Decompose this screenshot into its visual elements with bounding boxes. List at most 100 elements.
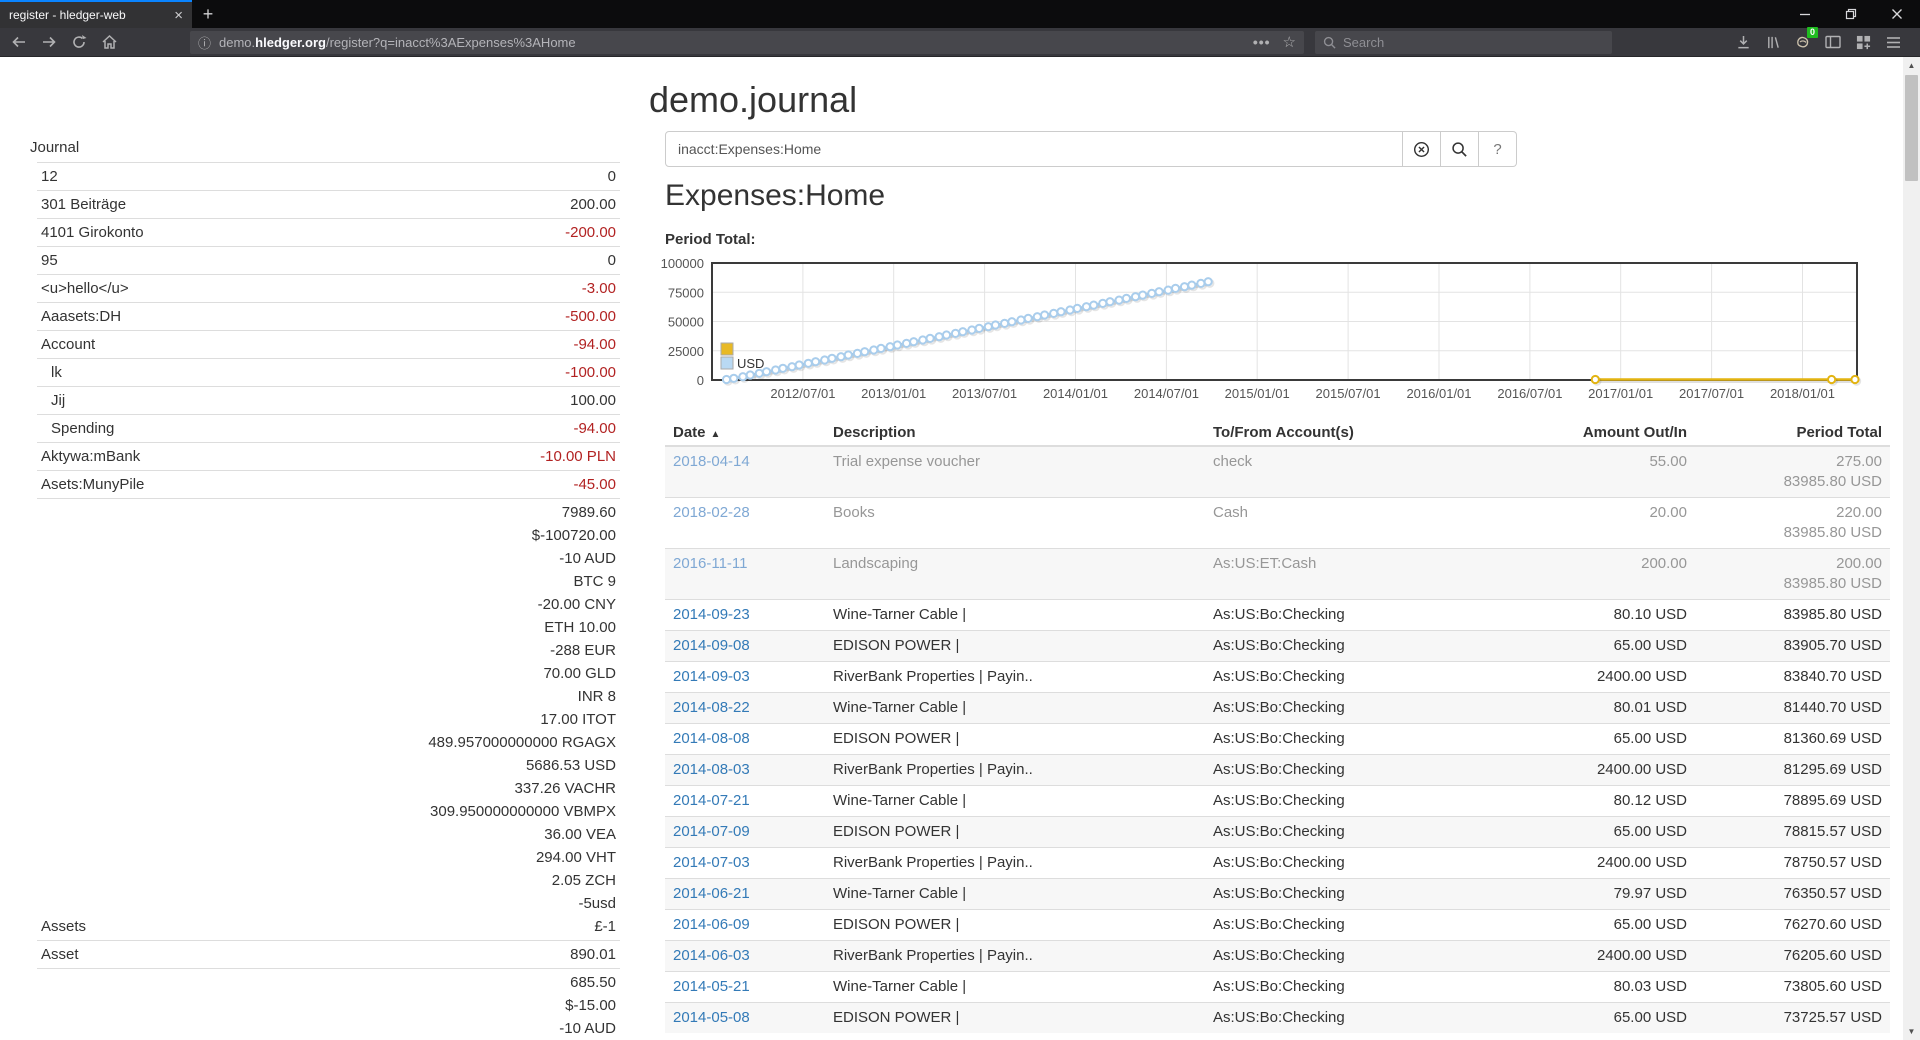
svg-text:2012/07/01: 2012/07/01 xyxy=(770,386,835,401)
date-link[interactable]: 2014-07-21 xyxy=(673,792,750,809)
date-link[interactable]: 2014-08-03 xyxy=(673,761,750,778)
date-link[interactable]: 2014-05-21 xyxy=(673,978,750,995)
cell-period-total: 81360.69 USD xyxy=(1695,724,1890,755)
account-link[interactable]: Asset xyxy=(37,943,79,966)
url-bar[interactable]: ⓘ demo.hledger.org/register?q=inacct%3AE… xyxy=(190,31,1304,54)
date-link[interactable]: 2018-04-14 xyxy=(673,453,750,470)
balance-amount: 685.50 xyxy=(76,971,616,994)
svg-text:2017/01/01: 2017/01/01 xyxy=(1588,386,1653,401)
sidebar-account-row: 301 Beiträge 200.00 xyxy=(37,190,620,218)
date-link[interactable]: 2014-06-09 xyxy=(673,916,750,933)
browser-toolbar: ⓘ demo.hledger.org/register?q=inacct%3AE… xyxy=(0,28,1920,57)
account-link[interactable]: Jij xyxy=(37,389,65,412)
account-link[interactable]: Aktywa:mBank xyxy=(37,445,140,468)
sidebar-toggle-icon[interactable] xyxy=(1818,29,1848,55)
sidebar-account-row: Asset 890.01 xyxy=(37,940,620,968)
cell-accounts: As:US:Bo:Checking xyxy=(1205,1003,1490,1034)
balance-amount: 0 xyxy=(58,165,616,188)
extension-icon[interactable]: 0 xyxy=(1788,29,1818,55)
restore-button[interactable] xyxy=(1828,0,1874,28)
downloads-icon[interactable] xyxy=(1728,29,1758,55)
window-controls xyxy=(1782,0,1920,28)
account-link[interactable]: Assets xyxy=(37,915,86,938)
balance-amount: -500.00 xyxy=(121,305,616,328)
column-header-total[interactable]: Period Total xyxy=(1695,420,1890,446)
table-row: 2014-08-22 Wine-Tarner Cable | As:US:Bo:… xyxy=(665,693,1890,724)
date-link[interactable]: 2014-05-08 xyxy=(673,1009,750,1026)
balance-amount: -3.00 xyxy=(129,277,616,300)
svg-text:2013/07/01: 2013/07/01 xyxy=(952,386,1017,401)
account-link[interactable]: Spending xyxy=(37,417,114,440)
date-link[interactable]: 2014-08-22 xyxy=(673,699,750,716)
column-header-accounts[interactable]: To/From Account(s) xyxy=(1205,420,1490,446)
sidebar-account-row: Assets 7989.60$-100720.00-10 AUDBTC 9-20… xyxy=(37,498,620,940)
close-button[interactable] xyxy=(1874,0,1920,28)
scroll-up-icon[interactable]: ▲ xyxy=(1903,57,1920,74)
library-icon[interactable] xyxy=(1758,29,1788,55)
search-input[interactable] xyxy=(665,131,1403,167)
back-icon[interactable] xyxy=(4,29,34,55)
account-link[interactable]: 4101 Girokonto xyxy=(37,221,144,244)
balance-amount: 200.00 xyxy=(126,193,616,216)
browser-search-field[interactable]: Search xyxy=(1315,31,1612,54)
balance-amount: $-100720.00 xyxy=(86,524,616,547)
balance-amount: 2.05 ZCH xyxy=(86,869,616,892)
clear-search-button[interactable] xyxy=(1403,131,1441,167)
balance-amount: $-15.00 xyxy=(76,994,616,1017)
date-link[interactable]: 2014-07-03 xyxy=(673,854,750,871)
help-button[interactable]: ? xyxy=(1479,131,1517,167)
bookmark-star-icon[interactable]: ☆ xyxy=(1283,33,1296,51)
account-link[interactable]: 95 xyxy=(37,249,58,272)
account-link[interactable]: Account xyxy=(37,333,95,356)
account-link[interactable]: lk xyxy=(37,361,62,384)
cell-accounts: As:US:Bo:Checking xyxy=(1205,879,1490,910)
cell-amount: 200.00 xyxy=(1490,549,1695,600)
reload-icon[interactable] xyxy=(64,29,94,55)
date-link[interactable]: 2014-09-03 xyxy=(673,668,750,685)
cell-description: EDISON POWER | xyxy=(825,631,1205,662)
scrollbar[interactable]: ▲ ▼ xyxy=(1903,57,1920,1040)
tab-close-icon[interactable]: × xyxy=(174,8,183,23)
browser-window: register - hledger-web × + xyxy=(0,0,1920,1040)
menu-icon[interactable] xyxy=(1878,29,1908,55)
account-link[interactable]: 301 Beiträge xyxy=(37,193,126,216)
browser-tab[interactable]: register - hledger-web × xyxy=(0,0,192,28)
column-header-description[interactable]: Description xyxy=(825,420,1205,446)
new-tab-button[interactable]: + xyxy=(192,0,224,28)
account-link[interactable]: Asets:MunyPile xyxy=(37,473,144,496)
home-icon[interactable] xyxy=(94,29,124,55)
minimize-button[interactable] xyxy=(1782,0,1828,28)
date-link[interactable]: 2018-02-28 xyxy=(673,504,750,521)
balance-amount: -288 EUR xyxy=(86,639,616,662)
balance-amount: -94.00 xyxy=(114,417,616,440)
forward-icon[interactable] xyxy=(34,29,64,55)
date-link[interactable]: 2014-09-08 xyxy=(673,637,750,654)
page-actions-icon[interactable]: ••• xyxy=(1253,34,1271,50)
date-link[interactable]: 2014-09-23 xyxy=(673,606,750,623)
column-header-amount[interactable]: Amount Out/In xyxy=(1490,420,1695,446)
cell-period-total: 200.0083985.80 USD xyxy=(1695,549,1890,600)
date-link[interactable]: 2014-07-09 xyxy=(673,823,750,840)
balance-amount: £-1 xyxy=(86,915,616,938)
date-link[interactable]: 2014-06-21 xyxy=(673,885,750,902)
date-link[interactable]: 2014-06-03 xyxy=(673,947,750,964)
account-link[interactable]: 12 xyxy=(37,165,58,188)
cell-accounts: check xyxy=(1205,446,1490,498)
balance-amount: -20.00 CNY xyxy=(86,593,616,616)
account-link[interactable]: <u>hello</u> xyxy=(37,277,129,300)
scroll-down-icon[interactable]: ▼ xyxy=(1903,1023,1920,1040)
account-link[interactable]: Aaasets:DH xyxy=(37,305,121,328)
search-submit-button[interactable] xyxy=(1441,131,1479,167)
date-link[interactable]: 2014-08-08 xyxy=(673,730,750,747)
sidebar-account-row: Jij 100.00 xyxy=(37,386,620,414)
date-link[interactable]: 2016-11-11 xyxy=(673,555,748,572)
activity-grid-icon[interactable] xyxy=(1848,29,1878,55)
site-info-icon[interactable]: ⓘ xyxy=(198,33,211,52)
sidebar-journal-link[interactable]: Journal xyxy=(30,136,620,159)
cell-date: 2014-08-22 xyxy=(665,693,825,724)
scrollbar-thumb[interactable] xyxy=(1905,75,1918,181)
cell-accounts: As:US:Bo:Checking xyxy=(1205,817,1490,848)
cell-accounts: As:US:Bo:Checking xyxy=(1205,786,1490,817)
svg-text:2017/07/01: 2017/07/01 xyxy=(1679,386,1744,401)
column-header-date[interactable]: Date▲ xyxy=(665,420,825,446)
